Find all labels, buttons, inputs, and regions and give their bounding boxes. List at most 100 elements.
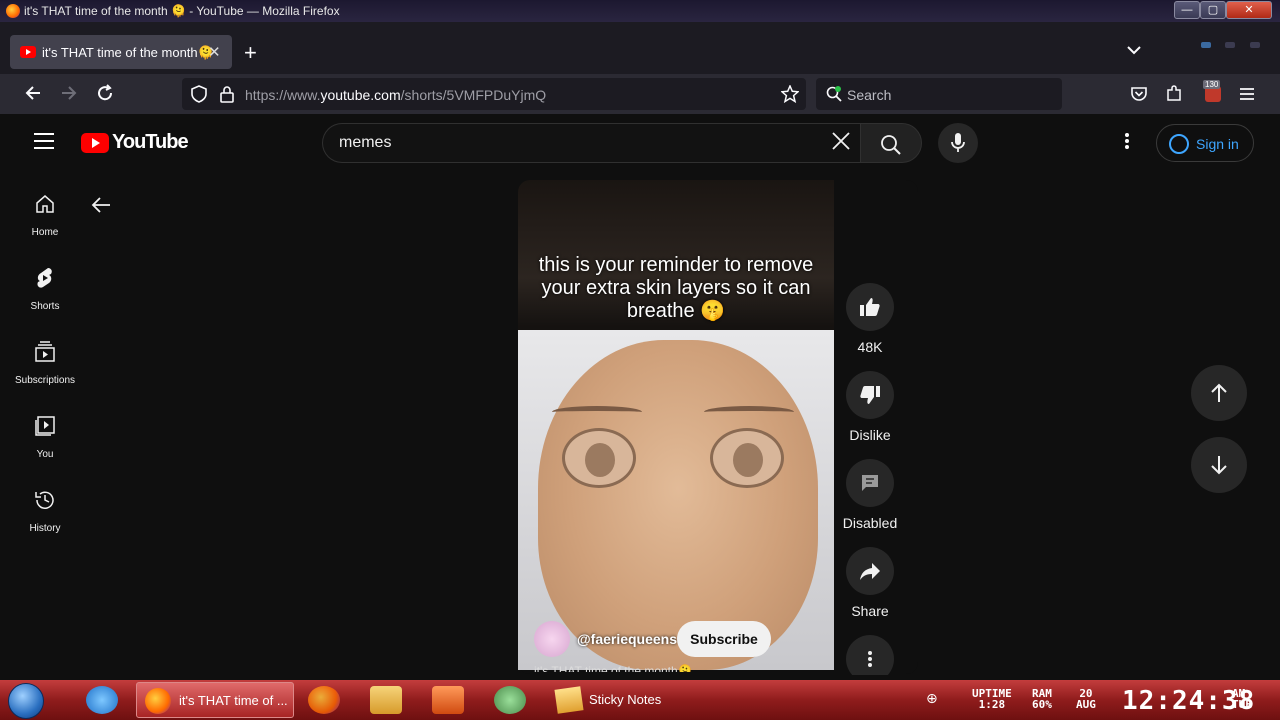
clock-ampm-weekday: AM TUE: [1232, 687, 1252, 711]
youtube-favicon-icon: [20, 46, 36, 58]
search-engine-icon[interactable]: [826, 86, 842, 107]
comments-label: Disabled: [842, 515, 898, 531]
guide-label-home: Home: [31, 227, 59, 238]
tracking-protection-shield-icon[interactable]: [190, 85, 208, 108]
forward-arrow-icon[interactable]: [60, 84, 78, 107]
sign-in-button[interactable]: Sign in: [1156, 124, 1254, 162]
back-arrow-icon[interactable]: [24, 84, 42, 107]
short-title[interactable]: it's THAT time of the month🫠: [534, 664, 693, 672]
uptime-readout: UPTIME 1:28: [972, 687, 1012, 711]
you-icon: [35, 416, 55, 436]
app-launcher-icon[interactable]: [494, 686, 526, 714]
taskbar-firefox-window-button[interactable]: it's THAT time of ...: [136, 682, 294, 718]
bookmark-star-icon[interactable]: [780, 84, 800, 108]
comment-icon: [862, 475, 878, 491]
youtube-logo-icon[interactable]: [81, 133, 109, 153]
share-button[interactable]: Share: [838, 547, 902, 619]
more-vertical-icon[interactable]: [1124, 132, 1130, 155]
window-indicator-icon: [1250, 42, 1260, 48]
hamburger-menu-icon[interactable]: [1239, 87, 1255, 106]
video-face-mask: [538, 340, 818, 670]
arrow-up-icon: [1211, 383, 1227, 402]
tab-label: it's THAT time of the month🫠: [42, 45, 214, 60]
previous-short-button[interactable]: [1191, 365, 1247, 421]
sticky-notes-icon: [554, 686, 584, 714]
guide-label-shorts: Shorts: [30, 301, 60, 312]
guide-item-home[interactable]: Home: [4, 192, 86, 258]
tab-close-button[interactable]: ✕: [208, 43, 221, 61]
guide-item-you[interactable]: You: [4, 414, 86, 480]
video-eye-right: [710, 428, 784, 488]
clear-search-icon[interactable]: [830, 130, 852, 158]
shorts-back-arrow-icon[interactable]: [90, 194, 112, 221]
subscribe-button[interactable]: Subscribe: [677, 621, 771, 657]
extension-badge: 130: [1203, 80, 1221, 89]
window-indicator-icon: [1201, 42, 1211, 48]
account-circle-icon: [1169, 134, 1189, 154]
like-count: 48K: [857, 339, 883, 355]
new-tab-button[interactable]: +: [244, 40, 257, 66]
video-caption: this is your reminder to remove your ext…: [538, 254, 814, 322]
date-readout[interactable]: 20 AUG: [1076, 688, 1096, 710]
internet-explorer-icon[interactable]: [86, 686, 118, 714]
microphone-icon: [951, 133, 965, 152]
extensions-puzzle-icon[interactable]: [1165, 85, 1183, 108]
tray-overflow-icon[interactable]: ⊕: [926, 690, 938, 707]
guide-item-shorts[interactable]: Shorts: [4, 266, 86, 332]
home-icon: [36, 195, 54, 213]
video-eye-left: [562, 428, 636, 488]
dislike-label: Dislike: [849, 427, 891, 443]
media-player-icon[interactable]: [432, 686, 464, 714]
firefox-icon: [145, 688, 171, 714]
more-vertical-icon: [868, 651, 872, 667]
guide-label-subscriptions: Subscriptions: [14, 375, 76, 386]
youtube-logo-text[interactable]: YouTube: [112, 131, 189, 154]
more-actions-button[interactable]: [838, 635, 902, 675]
dislike-button[interactable]: Dislike: [838, 371, 902, 443]
shorts-icon: [37, 268, 52, 288]
video-brow-left: [552, 406, 642, 418]
ram-readout: RAM 60%: [1032, 687, 1052, 711]
start-button[interactable]: [8, 683, 44, 719]
url-text[interactable]: https://www.youtube.com/shorts/5VMFPDuYj…: [245, 87, 546, 103]
share-icon: [860, 563, 880, 580]
window-titlebar: it's THAT time of the month 🫠 - YouTube …: [0, 0, 1280, 22]
guide-item-history[interactable]: History: [4, 488, 86, 554]
youtube-search-box[interactable]: [322, 123, 862, 163]
channel-avatar[interactable]: [534, 621, 570, 657]
file-explorer-icon[interactable]: [370, 686, 402, 714]
sticky-notes-label: Sticky Notes: [589, 692, 662, 707]
like-button[interactable]: 48K: [838, 283, 902, 355]
list-all-tabs-chevron-down-icon[interactable]: [1127, 42, 1141, 58]
next-short-button[interactable]: [1191, 437, 1247, 493]
window-title: it's THAT time of the month 🫠 - YouTube …: [24, 4, 340, 18]
arrow-down-icon: [1211, 456, 1227, 475]
minimize-button[interactable]: —: [1174, 1, 1200, 19]
browser-search-input[interactable]: Search: [847, 87, 891, 103]
lock-icon[interactable]: [219, 85, 235, 108]
pocket-icon[interactable]: [1130, 86, 1148, 107]
maximize-button[interactable]: ▢: [1200, 1, 1226, 19]
channel-name[interactable]: @faeriequeens: [577, 631, 677, 647]
browser-tab-active[interactable]: it's THAT time of the month🫠 ✕: [10, 35, 232, 69]
thumbs-down-icon: [860, 386, 880, 404]
comments-button[interactable]: Disabled: [838, 459, 902, 531]
voice-search-button[interactable]: [938, 123, 978, 163]
reload-icon[interactable]: [96, 84, 114, 107]
search-icon: [881, 135, 901, 155]
firefox-launcher-icon[interactable]: [308, 686, 340, 714]
firefox-icon: [6, 4, 20, 18]
guide-item-subscriptions[interactable]: Subscriptions: [4, 340, 86, 406]
youtube-search-input[interactable]: memes: [339, 134, 391, 152]
share-label: Share: [851, 603, 889, 619]
subscriptions-icon: [35, 341, 55, 362]
taskbar-sticky-notes-button[interactable]: Sticky Notes: [550, 682, 680, 718]
guide-label-you: You: [36, 449, 54, 460]
window-indicator-icon: [1225, 42, 1235, 48]
sign-in-label: Sign in: [1196, 136, 1239, 152]
youtube-search-button[interactable]: [860, 123, 922, 163]
video-brow-right: [704, 406, 794, 418]
guide-menu-icon[interactable]: [34, 133, 54, 154]
close-window-button[interactable]: ✕: [1226, 1, 1272, 19]
guide-label-history: History: [29, 523, 61, 534]
